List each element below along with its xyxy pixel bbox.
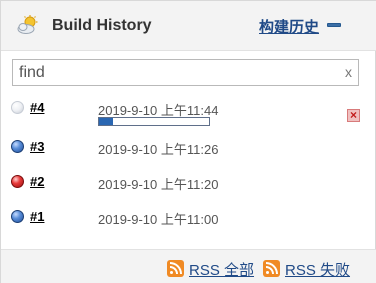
search-box: x xyxy=(12,59,359,86)
widget-header: Build History 构建历史 xyxy=(1,1,376,51)
build-time: 2019-9-10 上午11:26 xyxy=(98,142,219,157)
close-icon: × xyxy=(350,108,358,122)
progress-fill xyxy=(99,118,114,125)
build-row: #3 2019-9-10 上午11:26 xyxy=(1,131,376,166)
build-time: 2019-9-10 上午11:00 xyxy=(98,212,219,227)
collapse-button[interactable] xyxy=(326,19,342,31)
rss-icon[interactable] xyxy=(263,260,280,277)
cancel-build-button[interactable]: × xyxy=(347,108,360,122)
widget-footer: RSS 全部 RSS 失败 xyxy=(1,249,376,283)
rss-all-link[interactable]: RSS 全部 xyxy=(189,259,254,280)
build-row: #1 2019-9-10 上午11:00 xyxy=(1,201,376,236)
build-link[interactable]: #1 xyxy=(30,209,44,224)
widget-title: Build History xyxy=(52,17,152,34)
build-link[interactable]: #3 xyxy=(30,139,44,154)
build-link[interactable]: #2 xyxy=(30,174,44,189)
search-input[interactable] xyxy=(19,64,329,82)
build-history-widget: Build History 构建历史 x #4 2019-9-10 上午11:4… xyxy=(0,0,376,283)
build-time: 2019-9-10 上午11:20 xyxy=(98,177,219,192)
status-ball-failed-icon xyxy=(11,175,24,188)
status-ball-success-icon xyxy=(11,140,24,153)
cloudy-sun-icon xyxy=(17,15,38,34)
rss-icon[interactable] xyxy=(167,260,184,277)
status-ball-success-icon xyxy=(11,210,24,223)
build-progress-bar[interactable] xyxy=(98,117,210,126)
build-row: #2 2019-9-10 上午11:20 xyxy=(1,166,376,201)
clear-icon[interactable]: x xyxy=(345,64,352,80)
rss-failed-link[interactable]: RSS 失败 xyxy=(285,259,350,280)
status-ball-inprogress-icon xyxy=(11,101,24,114)
build-link[interactable]: #4 xyxy=(30,100,44,115)
trend-link[interactable]: 构建历史 xyxy=(259,16,319,37)
minus-icon xyxy=(327,23,341,27)
